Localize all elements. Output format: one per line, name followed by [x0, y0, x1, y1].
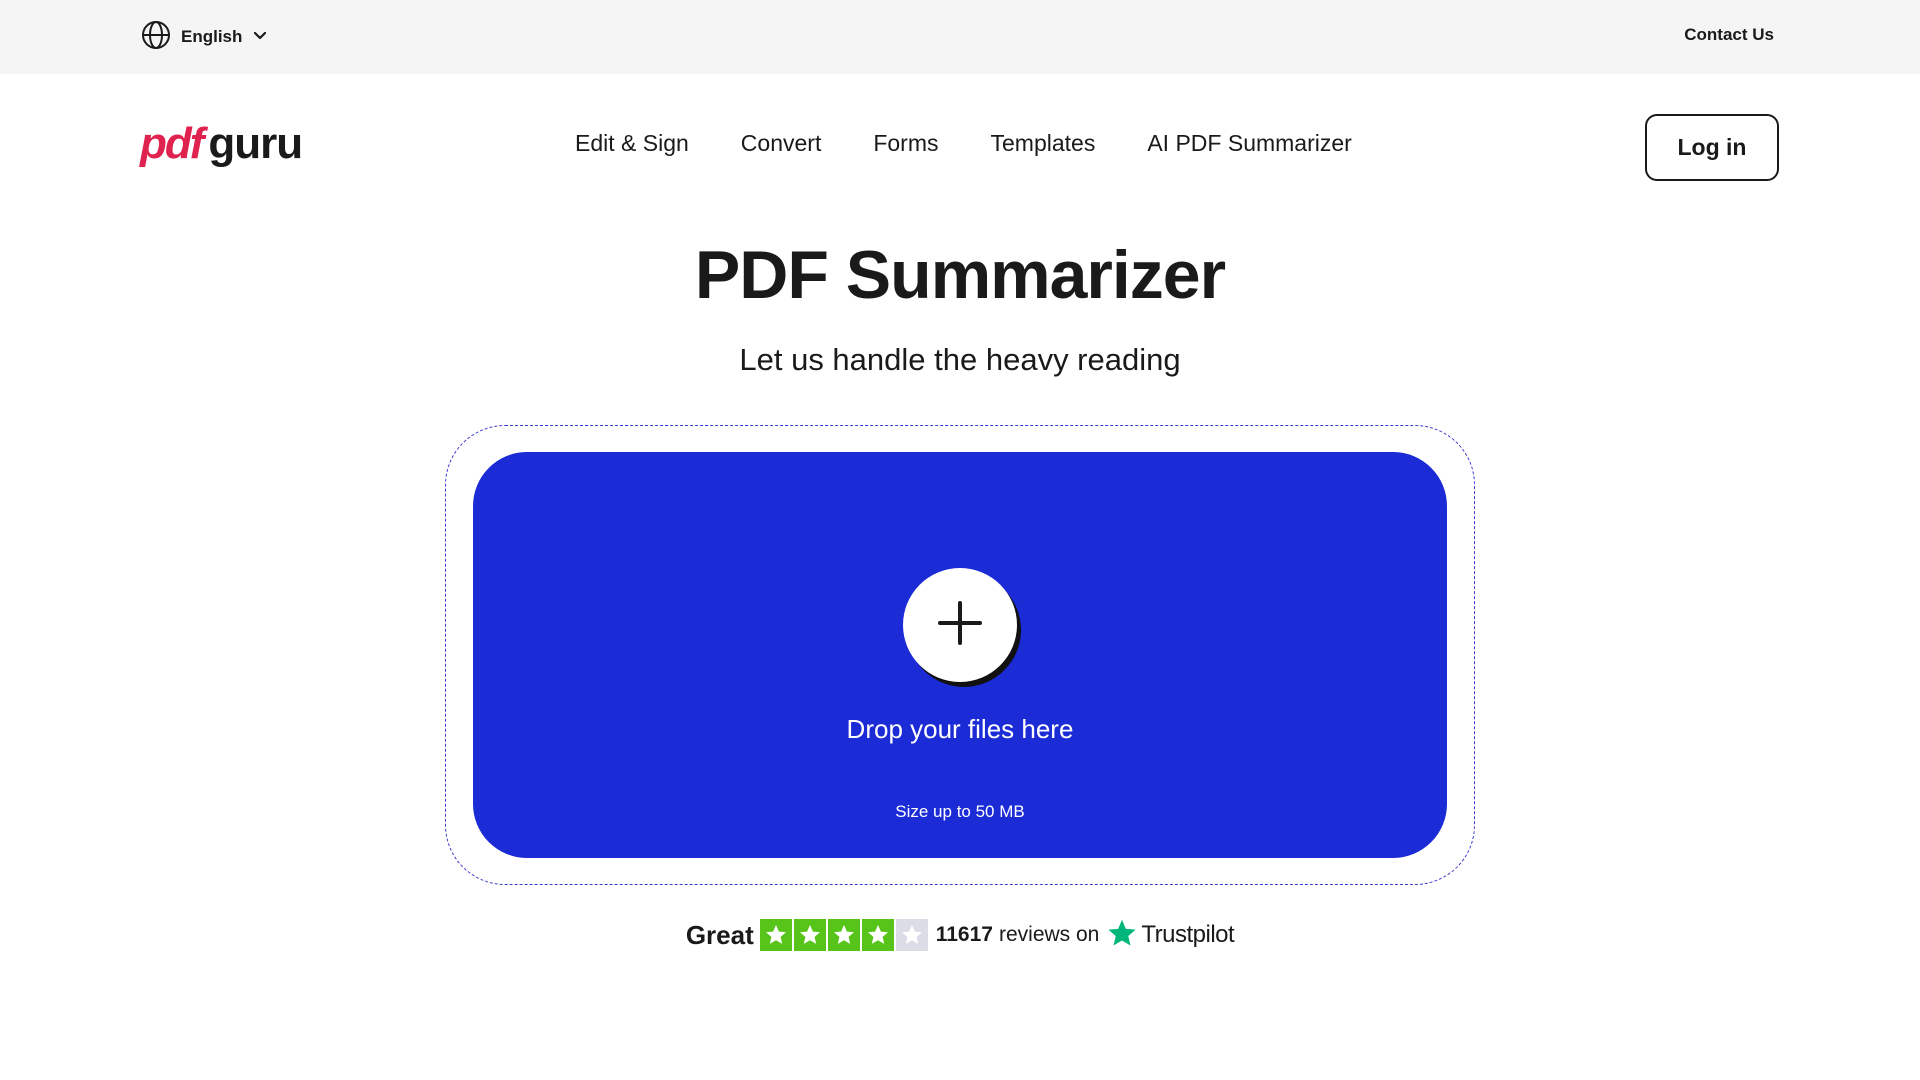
- trustpilot-widget[interactable]: Great 11617 reviews on Trustpilot: [0, 918, 1920, 952]
- nav-forms[interactable]: Forms: [873, 130, 938, 157]
- globe-icon: [141, 20, 171, 55]
- star-icon: [827, 919, 860, 951]
- nav-convert[interactable]: Convert: [741, 130, 822, 157]
- page-subtitle: Let us handle the heavy reading: [739, 342, 1181, 377]
- pdf-guru-logo[interactable]: pdf guru: [140, 119, 303, 171]
- file-dropzone[interactable]: Drop your files here Size up to 50 MB: [473, 452, 1447, 858]
- nav-edit-sign[interactable]: Edit & Sign: [575, 130, 689, 157]
- dropzone-label: Drop your files here: [846, 714, 1074, 744]
- trustpilot-brand: Trustpilot: [1107, 918, 1235, 953]
- logo-guru-text: guru: [208, 119, 303, 168]
- star-icon: [861, 919, 894, 951]
- trustpilot-star-icon: [1107, 918, 1137, 953]
- logo-pdf-text: pdf: [140, 119, 204, 168]
- nav-templates[interactable]: Templates: [991, 130, 1096, 157]
- trustpilot-label: Trustpilot: [1141, 921, 1235, 948]
- star-icon: [793, 919, 826, 951]
- site-header: pdf guru Edit & Sign Convert Forms Templ…: [0, 74, 1920, 219]
- star-icon: [895, 919, 928, 951]
- rating-word: Great: [685, 919, 754, 950]
- review-count: 11617: [935, 923, 993, 946]
- page-title: PDF Summarizer: [694, 237, 1226, 313]
- star-icon: [759, 919, 792, 951]
- language-selector[interactable]: English: [141, 20, 268, 55]
- top-bar: English Contact Us: [0, 0, 1920, 74]
- login-button[interactable]: Log in: [1645, 114, 1779, 181]
- reviews-on-text: reviews on: [998, 923, 1100, 946]
- chevron-down-icon: [252, 27, 268, 48]
- size-limit-note: Size up to 50 MB: [895, 802, 1025, 821]
- plus-icon: [937, 600, 983, 651]
- nav-ai-pdf-summarizer[interactable]: AI PDF Summarizer: [1147, 130, 1351, 157]
- main-nav: Edit & Sign Convert Forms Templates AI P…: [575, 130, 1352, 157]
- add-file-button[interactable]: [903, 568, 1017, 682]
- star-rating: [759, 919, 928, 951]
- contact-us-link[interactable]: Contact Us: [1684, 25, 1774, 45]
- language-label: English: [181, 27, 243, 46]
